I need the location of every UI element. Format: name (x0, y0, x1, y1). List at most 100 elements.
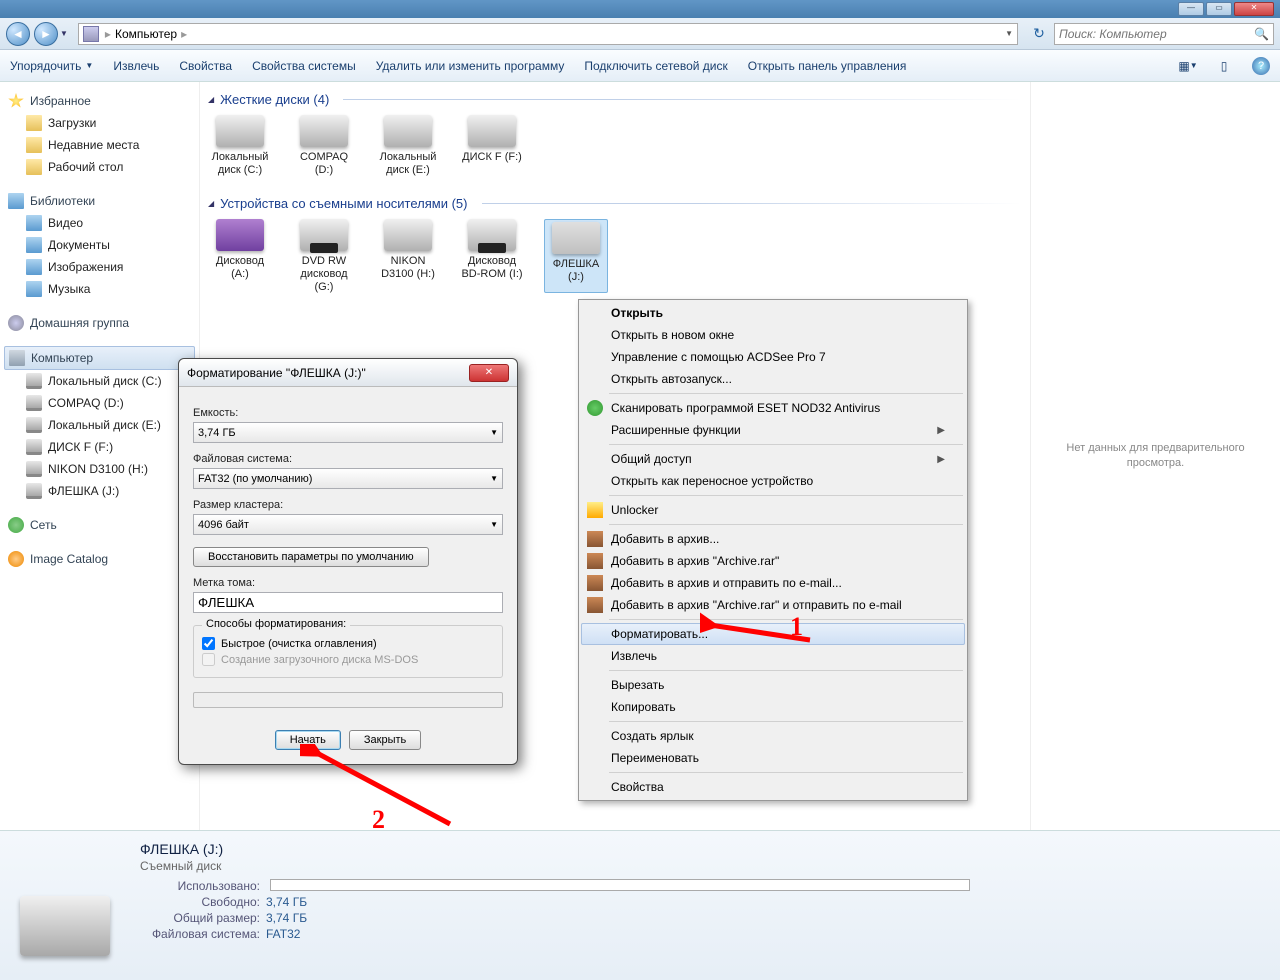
preview-toggle-button[interactable]: ▯ (1216, 58, 1232, 74)
cm-acdsee[interactable]: Управление с помощью ACDSee Pro 7 (581, 346, 965, 368)
drive-d[interactable]: COMPAQ (D:) (292, 115, 356, 176)
drive-a[interactable]: Дисковод (A:) (208, 219, 272, 293)
rar-icon (587, 553, 603, 569)
favorites-header[interactable]: Избранное (4, 90, 195, 112)
drive-i[interactable]: Дисковод BD-ROM (I:) (460, 219, 524, 293)
sidebar-documents[interactable]: Документы (4, 234, 195, 256)
drive-e[interactable]: Локальный диск (E:) (376, 115, 440, 176)
address-bar[interactable]: ▸ Компьютер ▸ ▼ (78, 23, 1018, 45)
cm-format[interactable]: Форматировать... (581, 623, 965, 645)
dialog-title: Форматирование "ФЛЕШКА (J:)" (187, 366, 366, 380)
hdd-icon (384, 115, 432, 147)
computer-icon (83, 26, 99, 42)
uninstall-button[interactable]: Удалить или изменить программу (376, 59, 565, 73)
drive-f[interactable]: ДИСК F (F:) (460, 115, 524, 176)
cm-portable[interactable]: Открыть как переносное устройство (581, 470, 965, 492)
cm-rename[interactable]: Переименовать (581, 747, 965, 769)
cm-rar-named-email[interactable]: Добавить в архив "Archive.rar" и отправи… (581, 594, 965, 616)
cm-share[interactable]: Общий доступ▶ (581, 448, 965, 470)
context-menu: Открыть Открыть в новом окне Управление … (578, 299, 968, 801)
group-hard-disks[interactable]: ◢Жесткие диски (4) (208, 92, 1022, 107)
sidebar-drive-d[interactable]: COMPAQ (D:) (4, 392, 195, 414)
forward-button[interactable]: ► (34, 22, 58, 46)
cm-eset-scan[interactable]: Сканировать программой ESET NOD32 Antivi… (581, 397, 965, 419)
drive-icon (26, 461, 42, 477)
cm-eject[interactable]: Извлечь (581, 645, 965, 667)
sidebar-drive-j[interactable]: ФЛЕШКА (J:) (4, 480, 195, 502)
homegroup-header[interactable]: Домашняя группа (4, 312, 195, 334)
start-button[interactable]: Начать (275, 730, 341, 750)
drive-g[interactable]: DVD RW дисковод (G:) (292, 219, 356, 293)
cm-ext-functions[interactable]: Расширенные функции▶ (581, 419, 965, 441)
minimize-button[interactable]: — (1178, 2, 1204, 16)
sidebar-video[interactable]: Видео (4, 212, 195, 234)
library-icon (8, 193, 24, 209)
cluster-select[interactable]: 4096 байт▼ (193, 514, 503, 535)
close-button[interactable]: ✕ (1234, 2, 1274, 16)
dialog-close-button[interactable]: ✕ (469, 364, 509, 382)
drive-h[interactable]: NIKON D3100 (H:) (376, 219, 440, 293)
cm-autoplay[interactable]: Открыть автозапуск... (581, 368, 965, 390)
cm-shortcut[interactable]: Создать ярлык (581, 725, 965, 747)
map-drive-button[interactable]: Подключить сетевой диск (584, 59, 727, 73)
restore-defaults-button[interactable]: Восстановить параметры по умолчанию (193, 547, 429, 567)
back-button[interactable]: ◄ (6, 22, 30, 46)
address-dropdown[interactable]: ▼ (1005, 29, 1013, 38)
cm-rar-add-named[interactable]: Добавить в архив "Archive.rar" (581, 550, 965, 572)
folder-icon (26, 159, 42, 175)
history-dropdown[interactable]: ▼ (60, 29, 68, 38)
cm-unlocker[interactable]: Unlocker (581, 499, 965, 521)
cm-open[interactable]: Открыть (581, 302, 965, 324)
libraries-header[interactable]: Библиотеки (4, 190, 195, 212)
properties-button[interactable]: Свойства (179, 59, 232, 73)
search-input[interactable] (1059, 27, 1254, 41)
computer-icon (9, 350, 25, 366)
sidebar-drive-c[interactable]: Локальный диск (C:) (4, 370, 195, 392)
filesystem-select[interactable]: FAT32 (по умолчанию)▼ (193, 468, 503, 489)
organize-menu[interactable]: Упорядочить▼ (10, 59, 93, 73)
image-catalog[interactable]: Image Catalog (4, 548, 195, 570)
sidebar-recent[interactable]: Недавние места (4, 134, 195, 156)
drive-j-selected[interactable]: ФЛЕШКА (J:) (544, 219, 608, 293)
rar-icon (587, 575, 603, 591)
search-box[interactable]: 🔍 (1054, 23, 1274, 45)
sidebar-drive-f[interactable]: ДИСК F (F:) (4, 436, 195, 458)
free-label: Свободно: (140, 895, 260, 909)
rar-icon (587, 597, 603, 613)
control-panel-button[interactable]: Открыть панель управления (748, 59, 907, 73)
volume-label-input[interactable] (193, 592, 503, 613)
drive-c[interactable]: Локальный диск (C:) (208, 115, 272, 176)
computer-header[interactable]: Компьютер (4, 346, 195, 370)
help-button[interactable]: ? (1252, 57, 1270, 75)
used-label: Использовано: (140, 879, 260, 893)
folder-icon (26, 137, 42, 153)
cm-rar-add[interactable]: Добавить в архив... (581, 528, 965, 550)
cm-properties[interactable]: Свойства (581, 776, 965, 798)
eject-button[interactable]: Извлечь (113, 59, 159, 73)
sidebar-desktop[interactable]: Рабочий стол (4, 156, 195, 178)
floppy-icon (216, 219, 264, 251)
close-button[interactable]: Закрыть (349, 730, 421, 750)
group-removable[interactable]: ◢Устройства со съемными носителями (5) (208, 196, 1022, 211)
sidebar-music[interactable]: Музыка (4, 278, 195, 300)
view-mode-button[interactable]: ▦▼ (1180, 58, 1196, 74)
sidebar-downloads[interactable]: Загрузки (4, 112, 195, 134)
cm-cut[interactable]: Вырезать (581, 674, 965, 696)
dialog-title-bar[interactable]: Форматирование "ФЛЕШКА (J:)" ✕ (179, 359, 517, 387)
sidebar-drive-e[interactable]: Локальный диск (E:) (4, 414, 195, 436)
cm-open-new-window[interactable]: Открыть в новом окне (581, 324, 965, 346)
sidebar-drive-h[interactable]: NIKON D3100 (H:) (4, 458, 195, 480)
quick-format-checkbox[interactable]: Быстрое (очистка оглавления) (202, 637, 494, 650)
breadcrumb-computer[interactable]: Компьютер (113, 27, 179, 41)
title-bar: — ▭ ✕ (0, 0, 1280, 18)
system-properties-button[interactable]: Свойства системы (252, 59, 356, 73)
cm-rar-email[interactable]: Добавить в архив и отправить по e-mail..… (581, 572, 965, 594)
sidebar-pictures[interactable]: Изображения (4, 256, 195, 278)
refresh-button[interactable]: ↻ (1028, 23, 1050, 45)
cm-separator (609, 524, 963, 525)
cm-copy[interactable]: Копировать (581, 696, 965, 718)
dvd-icon (300, 219, 348, 251)
network-header[interactable]: Сеть (4, 514, 195, 536)
capacity-select[interactable]: 3,74 ГБ▼ (193, 422, 503, 443)
maximize-button[interactable]: ▭ (1206, 2, 1232, 16)
